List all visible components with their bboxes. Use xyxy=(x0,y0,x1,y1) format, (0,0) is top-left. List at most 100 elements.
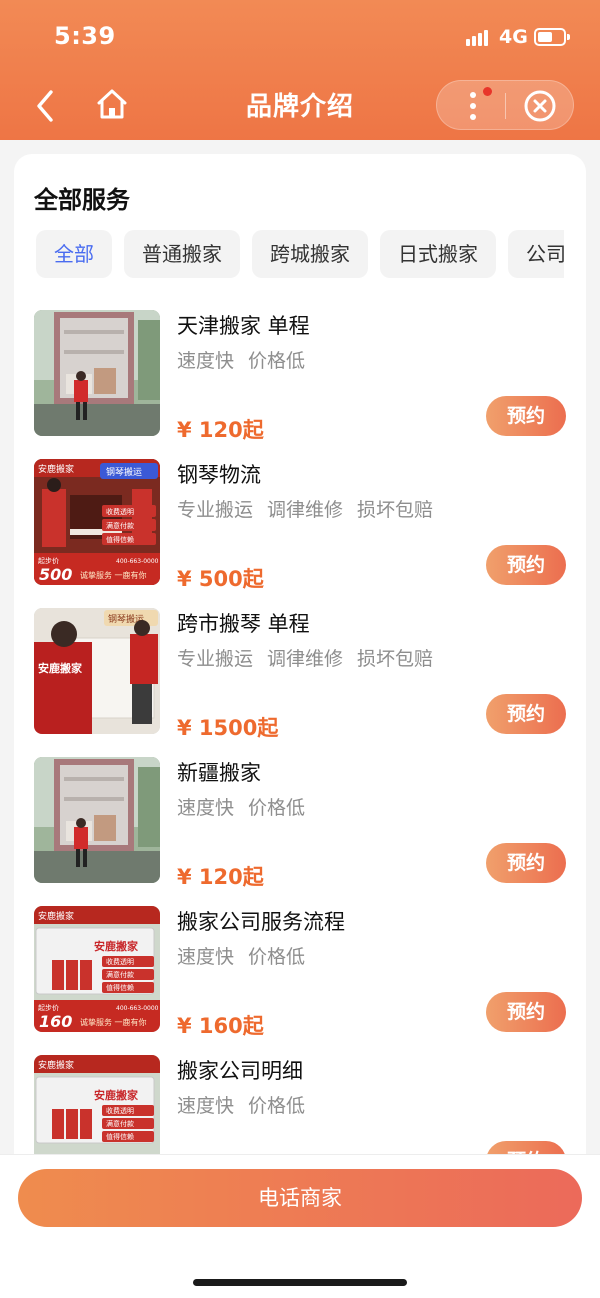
list-item[interactable]: 安鹿搬家 钢琴搬运 收费透明 满意付款 值得信赖 起步价 500 400-663… xyxy=(34,459,574,608)
book-button[interactable]: 预约 xyxy=(486,694,566,734)
tag: 调律维修 xyxy=(267,499,344,521)
list-item[interactable]: 安鹿搬家 安鹿搬家 收费透明 满意付款 值得信赖 起步价 160 400-663… xyxy=(34,906,574,1055)
tag: 速度快 xyxy=(177,1095,235,1117)
thumb-slogan: 诚挚服务 一鹿有你 xyxy=(80,1017,147,1027)
section-title: 全部服务 xyxy=(34,186,130,214)
item-price: ¥ 160起 xyxy=(177,1014,264,1038)
network-label: 4G xyxy=(499,26,528,48)
book-button[interactable]: 预约 xyxy=(486,545,566,585)
item-title: 搬家公司明细 xyxy=(177,1059,303,1083)
services-card: 全部服务 全部 普通搬家 跨城搬家 日式搬家 公司 天津搬家 单程 速度快 价格… xyxy=(14,154,586,1254)
item-thumbnail: 安鹿搬家 钢琴搬运 收费透明 满意付款 值得信赖 起步价 500 400-663… xyxy=(34,459,160,585)
tab-intercity-move[interactable]: 跨城搬家 xyxy=(252,230,368,278)
more-icon[interactable] xyxy=(461,87,485,125)
item-tags: 速度快 价格低 xyxy=(177,793,319,820)
tag: 损坏包赔 xyxy=(357,648,434,670)
truck-promo-image: 安鹿搬家 安鹿搬家 收费透明 满意付款 值得信赖 起步价 160 400-663… xyxy=(34,906,160,1032)
thumb-bullet: 收费透明 xyxy=(106,1106,134,1115)
close-icon[interactable] xyxy=(523,89,557,123)
item-price: ¥ 1500起 xyxy=(177,716,279,740)
item-title: 搬家公司服务流程 xyxy=(177,910,345,934)
item-tags: 速度快 价格低 xyxy=(177,346,319,373)
thumb-slogan: 诚挚服务 一鹿有你 xyxy=(80,570,147,580)
book-button[interactable]: 预约 xyxy=(486,396,566,436)
piano-promo-image: 安鹿搬家 钢琴搬运 收费透明 满意付款 值得信赖 起步价 500 400-663… xyxy=(34,459,160,585)
truck-loading-image xyxy=(34,310,160,436)
list-item[interactable]: 钢琴搬运 安鹿搬家 跨市搬琴 单程 专业搬运 调律维修 损坏包赔 ¥ 1500起 预… xyxy=(34,608,574,757)
thumb-bullet: 满意付款 xyxy=(106,1119,134,1128)
item-title: 新疆搬家 xyxy=(177,761,261,785)
tag: 价格低 xyxy=(248,350,306,372)
thumb-bullet: 满意付款 xyxy=(106,521,134,530)
book-button[interactable]: 预约 xyxy=(486,992,566,1032)
thumb-from-label: 起步价 xyxy=(38,1004,59,1012)
notification-dot xyxy=(483,87,492,96)
category-tabs: 全部 普通搬家 跨城搬家 日式搬家 公司 xyxy=(36,230,564,278)
thumb-bullet: 值得信赖 xyxy=(106,535,134,544)
list-item[interactable]: 天津搬家 单程 速度快 价格低 ¥ 120起 预约 xyxy=(34,310,574,459)
thumb-from-price: 500 xyxy=(39,565,72,584)
thumb-shirt: 安鹿搬家 xyxy=(38,661,83,675)
thumb-truck-text: 安鹿搬家 xyxy=(94,939,139,953)
thumb-bullet: 值得信赖 xyxy=(106,983,134,992)
list-item[interactable]: 新疆搬家 速度快 价格低 ¥ 120起 预约 xyxy=(34,757,574,906)
thumb-truck-text: 安鹿搬家 xyxy=(94,1088,139,1102)
thumb-bullet: 收费透明 xyxy=(106,957,134,966)
tab-normal-move[interactable]: 普通搬家 xyxy=(124,230,240,278)
signal-icon xyxy=(466,30,492,46)
thumb-brand: 安鹿搬家 xyxy=(38,1059,74,1071)
item-title: 天津搬家 单程 xyxy=(177,314,310,338)
item-tags: 速度快 价格低 xyxy=(177,942,319,969)
service-list: 天津搬家 单程 速度快 价格低 ¥ 120起 预约 安鹿搬家 钢琴搬运 收费透明… xyxy=(34,310,574,1204)
tab-all[interactable]: 全部 xyxy=(36,230,112,278)
tag: 速度快 xyxy=(177,350,235,372)
book-button[interactable]: 预约 xyxy=(486,843,566,883)
item-title: 跨市搬琴 单程 xyxy=(177,612,310,636)
item-tags: 速度快 价格低 xyxy=(177,1091,319,1118)
tag: 价格低 xyxy=(248,1095,306,1117)
tag: 调律维修 xyxy=(267,648,344,670)
truck-loading-image xyxy=(34,757,160,883)
tag: 速度快 xyxy=(177,797,235,819)
thumb-bullet: 值得信赖 xyxy=(106,1132,134,1141)
thumb-from-label: 起步价 xyxy=(38,557,59,565)
tag: 专业搬运 xyxy=(177,499,254,521)
thumb-bullet: 满意付款 xyxy=(106,970,134,979)
thumb-brand: 安鹿搬家 xyxy=(38,463,74,475)
piano-movers-image: 钢琴搬运 安鹿搬家 xyxy=(34,608,160,734)
battery-icon xyxy=(534,28,570,46)
item-price: ¥ 500起 xyxy=(177,567,264,591)
item-thumbnail: 安鹿搬家 安鹿搬家 收费透明 满意付款 值得信赖 起步价 160 400-663… xyxy=(34,906,160,1032)
tag: 专业搬运 xyxy=(177,648,254,670)
status-time: 5:39 xyxy=(54,22,116,50)
page: 5:39 4G 品牌介绍 全部服务 全部 普通搬家 跨城搬家 日式搬家 公司 天… xyxy=(0,0,600,1298)
capsule-divider xyxy=(505,93,506,119)
thumb-brand: 安鹿搬家 xyxy=(38,910,74,922)
tab-japanese-move[interactable]: 日式搬家 xyxy=(380,230,496,278)
tab-company[interactable]: 公司 xyxy=(508,230,564,278)
item-price: ¥ 120起 xyxy=(177,418,264,442)
item-tags: 专业搬运 调律维修 损坏包赔 xyxy=(177,495,447,522)
home-indicator xyxy=(193,1279,407,1286)
bottom-bar: 电话商家 xyxy=(0,1154,600,1298)
header: 5:39 4G 品牌介绍 xyxy=(0,0,600,140)
tag: 速度快 xyxy=(177,946,235,968)
thumb-phone: 400-663-0000 xyxy=(116,558,159,565)
thumb-badge: 钢琴搬运 xyxy=(106,466,142,478)
tag: 价格低 xyxy=(248,797,306,819)
item-title: 钢琴物流 xyxy=(177,463,261,487)
navigation-bar: 品牌介绍 xyxy=(0,76,600,140)
call-merchant-button[interactable]: 电话商家 xyxy=(18,1169,582,1227)
thumb-phone: 400-663-0000 xyxy=(116,1005,159,1012)
thumb-bullet: 收费透明 xyxy=(106,507,134,516)
item-price: ¥ 120起 xyxy=(177,865,264,889)
item-thumbnail xyxy=(34,310,160,436)
item-thumbnail: 钢琴搬运 安鹿搬家 xyxy=(34,608,160,734)
mini-program-capsule xyxy=(436,80,574,130)
thumb-from-price: 160 xyxy=(39,1012,72,1031)
status-bar: 5:39 4G xyxy=(0,0,600,76)
tag: 损坏包赔 xyxy=(357,499,434,521)
item-tags: 专业搬运 调律维修 损坏包赔 xyxy=(177,644,447,671)
item-thumbnail xyxy=(34,757,160,883)
tag: 价格低 xyxy=(248,946,306,968)
